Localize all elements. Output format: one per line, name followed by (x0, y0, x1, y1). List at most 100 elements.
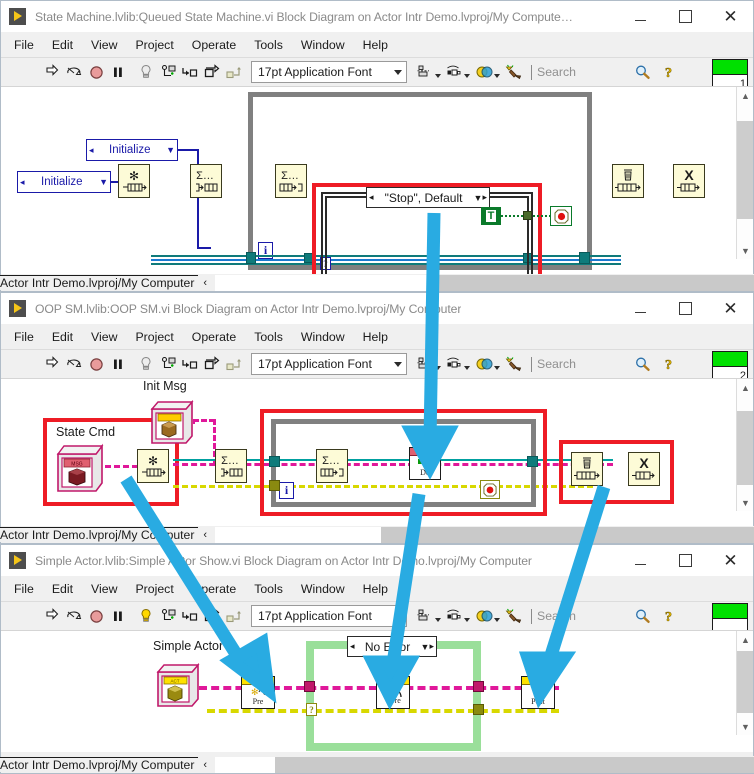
menu-project[interactable]: Project (126, 36, 182, 54)
menu-edit[interactable]: Edit (43, 328, 82, 346)
clean-up-diagram-icon[interactable] (503, 353, 525, 376)
menu-window[interactable]: Window (292, 36, 354, 54)
menu-window[interactable]: Window (292, 580, 354, 598)
true-constant[interactable]: T (481, 207, 501, 225)
search-area[interactable]: Search ? (529, 605, 681, 628)
horizontal-scroll-thumb[interactable] (381, 526, 754, 543)
pause-icon[interactable] (107, 353, 129, 376)
minimize-button[interactable] (618, 545, 663, 576)
scroll-up-icon[interactable]: ▲ (737, 379, 753, 396)
clean-up-diagram-icon[interactable] (503, 605, 525, 628)
title-bar[interactable]: OOP SM.lvlib:OOP SM.vi Block Diagram on … (1, 293, 753, 324)
run-continuously-icon[interactable] (63, 61, 85, 84)
menu-project[interactable]: Project (126, 328, 182, 346)
status-chevron-icon[interactable]: ‹ (203, 759, 207, 771)
obtain-queue-node[interactable]: ✻ (118, 164, 150, 198)
retain-wire-values-icon[interactable] (157, 61, 179, 84)
menu-view[interactable]: View (82, 36, 126, 54)
step-into-icon[interactable] (179, 61, 201, 84)
help-question-icon[interactable]: ? (659, 605, 681, 628)
dequeue-element-node[interactable]: Σ… (275, 164, 307, 198)
menu-help[interactable]: Help (354, 36, 397, 54)
run-continuously-icon[interactable] (63, 605, 85, 628)
step-out-icon[interactable] (223, 605, 245, 628)
tool-bar[interactable]: 17pt Application Font (1, 57, 753, 96)
window-controls[interactable]: ✕ (618, 293, 753, 324)
highlight-execution-icon[interactable] (135, 61, 157, 84)
menu-operate[interactable]: Operate (183, 36, 245, 54)
highlight-execution-icon[interactable] (135, 353, 157, 376)
status-chevron-icon[interactable]: ‹ (203, 277, 207, 289)
loop-tunnel-right[interactable] (579, 252, 590, 264)
state-cmd-class-constant[interactable]: MSG (54, 441, 106, 493)
case-selector-label[interactable]: ◂ "Stop", Default ▼ ▸ (366, 187, 490, 208)
loop-tunnel-right-2[interactable] (527, 456, 538, 467)
search-area[interactable]: Search ? (529, 353, 681, 376)
search-area[interactable]: Search ? (529, 61, 681, 84)
horizontal-scroll-thumb[interactable] (275, 756, 754, 773)
font-selector[interactable]: 17pt Application Font (251, 353, 407, 375)
clean-up-diagram-icon[interactable] (503, 61, 525, 84)
menu-help[interactable]: Help (354, 580, 397, 598)
minimize-button[interactable] (618, 293, 663, 324)
close-button[interactable]: ✕ (708, 545, 753, 576)
reorder-icon[interactable] (474, 605, 500, 628)
stop-button-terminal-2[interactable] (480, 480, 500, 499)
loop-tunnel-left[interactable] (246, 252, 256, 264)
menu-file[interactable]: File (5, 328, 43, 346)
loop-iteration-terminal-2[interactable]: i (279, 482, 294, 499)
close-button[interactable]: ✕ (708, 1, 753, 32)
loop-tunnel-left-2[interactable] (269, 456, 280, 467)
abort-stop-icon[interactable] (85, 605, 107, 628)
block-diagram-canvas-2[interactable]: Init Msg State Cmd MSG ✻ Σ… Σ… i MSG Do … (1, 378, 753, 528)
maximize-button[interactable] (663, 293, 708, 324)
obtain-queue-node-2[interactable]: ✻ (137, 449, 169, 483)
close-button[interactable]: ✕ (708, 293, 753, 324)
align-objects-icon[interactable] (415, 353, 441, 376)
loop-tunnel-left-err-2[interactable] (269, 480, 280, 491)
vertical-scrollbar-3[interactable]: ▲ ▼ (736, 631, 753, 735)
stop-button-terminal[interactable] (550, 206, 572, 226)
retain-wire-values-icon[interactable] (157, 353, 179, 376)
menu-file[interactable]: File (5, 36, 43, 54)
menu-view[interactable]: View (82, 328, 126, 346)
scroll-up-icon[interactable]: ▲ (737, 631, 753, 648)
block-diagram-canvas-1[interactable]: i ◂ Initialize ▼ ◂ Initialize ▼ ✻ Σ… Σ… … (1, 86, 753, 276)
chevron-down-icon[interactable]: ▼ (474, 193, 483, 203)
window-controls[interactable]: ✕ (618, 1, 753, 32)
pause-icon[interactable] (107, 605, 129, 628)
chevron-down-icon[interactable]: ▼ (99, 177, 108, 187)
title-bar[interactable]: State Machine.lvlib:Queued State Machine… (1, 1, 753, 32)
core-method-node[interactable]: ACT Core (376, 676, 410, 709)
maximize-button[interactable] (663, 545, 708, 576)
enum-initialize-top[interactable]: ◂ Initialize ▼ (86, 139, 178, 161)
tool-bar[interactable]: 17pt Application Font (1, 601, 753, 640)
run-continuously-icon[interactable] (63, 353, 85, 376)
case-tunnel-bool[interactable] (523, 211, 532, 220)
pause-icon[interactable] (107, 61, 129, 84)
menu-operate[interactable]: Operate (183, 328, 245, 346)
block-diagram-canvas-3[interactable]: Simple Actor ACT ◂ No Error ▼ ▸ ACT ✻ Pr… (1, 630, 753, 752)
simple-actor-class-constant[interactable]: ACT (154, 660, 202, 708)
align-objects-icon[interactable] (415, 61, 441, 84)
vertical-scrollbar-2[interactable]: ▲ ▼ (736, 379, 753, 511)
enqueue-element-node[interactable]: Σ… (190, 164, 222, 198)
menu-view[interactable]: View (82, 580, 126, 598)
do-method-node[interactable]: MSG Do (409, 447, 441, 480)
case-question-terminal-3[interactable]: ? (306, 703, 317, 716)
step-over-icon[interactable] (201, 353, 223, 376)
scroll-down-icon[interactable]: ▼ (737, 494, 753, 511)
menu-window[interactable]: Window (292, 328, 354, 346)
status-bar-2[interactable]: Actor Intr Demo.lvproj/My Computer ‹ › (0, 526, 754, 543)
menu-edit[interactable]: Edit (43, 580, 82, 598)
step-into-icon[interactable] (179, 353, 201, 376)
highlight-execution-icon[interactable] (135, 605, 157, 628)
chevron-down-icon[interactable]: ▼ (421, 642, 430, 652)
tool-bar[interactable]: 17pt Application Font (1, 349, 753, 388)
reorder-icon[interactable] (474, 61, 500, 84)
status-bar-1[interactable]: Actor Intr Demo.lvproj/My Computer ‹ › (0, 274, 754, 291)
maximize-button[interactable] (663, 1, 708, 32)
minimize-button[interactable] (618, 1, 663, 32)
post-method-node[interactable]: ACT X Post (521, 676, 555, 709)
title-bar[interactable]: Simple Actor.lvlib:Simple Actor Show.vi … (1, 545, 753, 576)
